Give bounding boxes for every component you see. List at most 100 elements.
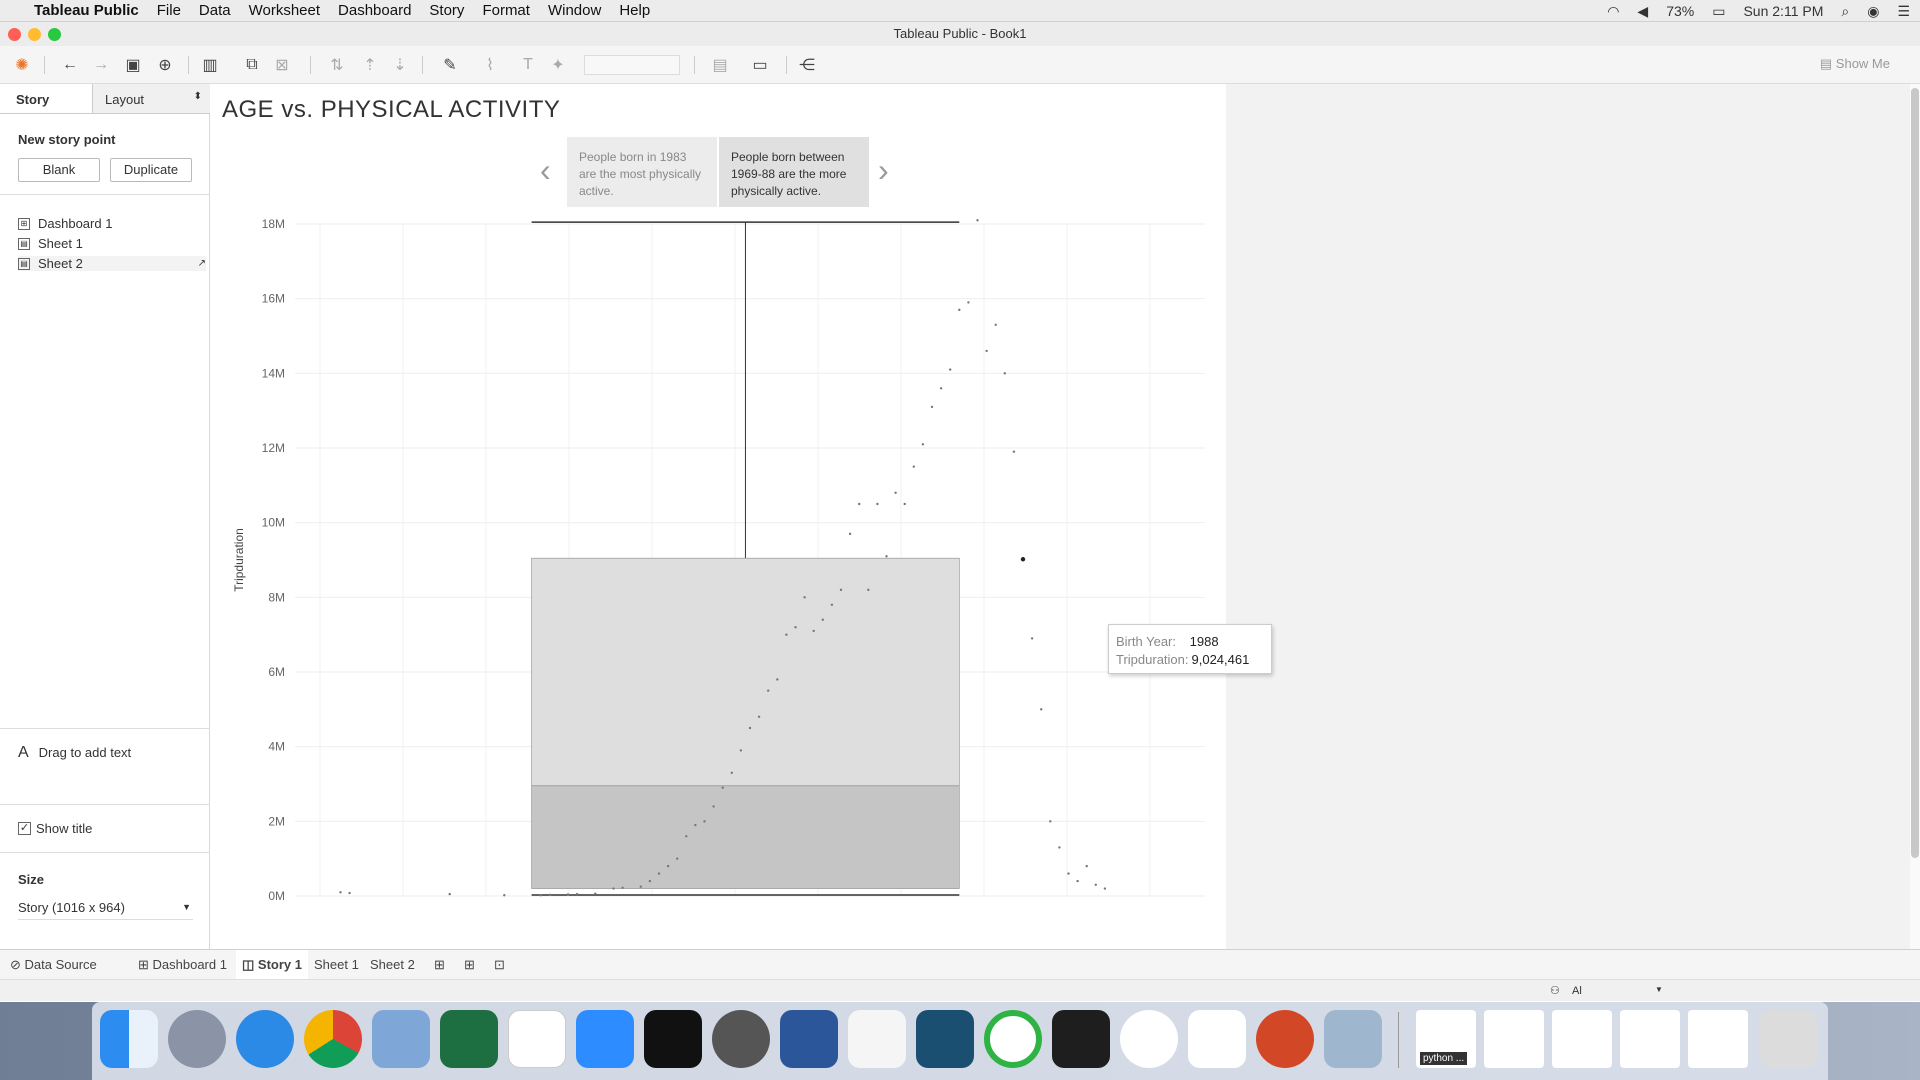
battery-icon[interactable]: ▭ [1712,3,1725,20]
tab-sheet-2[interactable]: Sheet 2 [370,957,415,972]
user-icon[interactable]: ⚇ [1550,984,1560,997]
pin-icon[interactable]: ✦ [546,54,570,76]
safari-icon[interactable] [236,1010,294,1068]
excel-window-thumbnail[interactable] [1620,1010,1680,1068]
tableau-logo-icon[interactable]: ✺ [10,54,34,76]
circle-app-icon[interactable] [984,1010,1042,1068]
launchpad-icon[interactable] [168,1010,226,1068]
chevron-down-icon[interactable]: ▼ [1655,985,1663,994]
share-icon[interactable]: ⋲ [795,54,819,76]
terminal-icon[interactable] [644,1010,702,1068]
chrome-window-thumbnail-2[interactable] [1688,1010,1748,1068]
zoom-icon[interactable] [576,1010,634,1068]
show-title-checkbox[interactable]: ✓ Show title [18,821,92,836]
menu-help[interactable]: Help [619,2,650,19]
wifi-icon[interactable]: ◠ [1607,3,1619,20]
duplicate-button[interactable]: Duplicate [110,158,192,182]
mysql-workbench-icon[interactable] [916,1010,974,1068]
app-menu[interactable]: Tableau Public [34,2,139,19]
tab-story-1[interactable]: ◫ Story 1 [236,950,308,980]
tab-dashboard-1[interactable]: ⊞ Dashboard 1 [138,957,227,973]
open-sheet-icon[interactable]: ↗ [198,258,206,269]
group-icon[interactable]: ⌇ [478,54,502,76]
tooltip-tripduration-label: Tripduration: [1116,652,1189,667]
presentation-icon[interactable]: ▭ [748,54,772,76]
new-story-point-label: New story point [18,132,116,147]
sort-descending-icon[interactable]: ⇣ [388,54,412,76]
story: AGE vs. PHYSICAL ACTIVITY ‹ People born … [210,84,1226,949]
scatter-boxplot-chart[interactable]: 0M 2M 4M 6M 8M 10M 12M 14M 16M 18M Tripduration [210,84,1226,949]
tab-data-source[interactable]: ⊘ Data Source [10,957,97,973]
new-story-tab-icon[interactable]: ⊡ [494,957,505,973]
battery-percent[interactable]: 73% [1666,3,1694,19]
vscode-icon[interactable] [1052,1010,1110,1068]
menu-format[interactable]: Format [482,2,530,19]
new-worksheet-icon[interactable]: ▥ [198,54,222,76]
sheet-item-sheet-1[interactable]: ▤ Sheet 1 [18,236,83,251]
powerpoint-icon[interactable] [1256,1010,1314,1068]
highlight-icon[interactable]: ✎ [438,54,462,76]
chrome-icon[interactable] [304,1010,362,1068]
menu-story[interactable]: Story [429,2,464,19]
show-me-button[interactable]: ▤ Show Me [1820,56,1890,72]
data-point [994,323,997,326]
data-point [648,879,652,883]
menu-data[interactable]: Data [199,2,231,19]
close-window-button[interactable] [8,28,21,41]
clock[interactable]: Sun 2:11 PM [1743,3,1823,19]
size-dropdown[interactable]: Story (1016 x 964) ▼ [18,900,193,920]
labels-icon[interactable]: T [516,54,540,76]
data-point [1094,883,1097,886]
notification-icon[interactable]: ☰ [1897,3,1910,20]
textedit-icon[interactable] [848,1010,906,1068]
finder-icon[interactable] [100,1010,158,1068]
drag-to-add-text[interactable]: A Drag to add text [18,744,131,762]
chrome-window-thumbnail[interactable] [1552,1010,1612,1068]
data-point [685,835,688,838]
menu-file[interactable]: File [157,2,181,19]
sheet-item-dashboard-1[interactable]: ⊞ Dashboard 1 [18,216,112,231]
menu-window[interactable]: Window [548,2,601,19]
word-icon[interactable] [780,1010,838,1068]
new-dashboard-tab-icon[interactable]: ⊞ [464,957,475,973]
sheet-item-sheet-2[interactable]: ▤ Sheet 2 ↗ [18,256,206,271]
data-point [848,532,852,536]
trash-icon[interactable] [1760,1010,1818,1068]
siri-icon[interactable]: ◉ [1867,3,1879,20]
powerpoint-window-thumbnail[interactable] [1484,1010,1544,1068]
zoom-window-button[interactable] [48,28,61,41]
new-worksheet-tab-icon[interactable]: ⊞ [434,957,445,973]
scrollbar-thumb[interactable] [1911,88,1919,858]
data-point [867,588,870,592]
image-capture-icon[interactable] [1324,1010,1382,1068]
search-icon[interactable]: ⌕ [1841,3,1849,20]
undo-icon[interactable]: ← [58,54,82,76]
slack-icon[interactable] [508,1010,566,1068]
menu-worksheet[interactable]: Worksheet [249,2,320,19]
data-point [694,823,697,827]
status-bar: ⚇ Al ▼ [0,979,1920,1001]
minimize-window-button[interactable] [28,28,41,41]
blank-button[interactable]: Blank [18,158,100,182]
tab-story[interactable]: Story [0,84,92,114]
menu-dashboard[interactable]: Dashboard [338,2,411,19]
show-cards-icon[interactable]: ▤ [708,54,732,76]
redo-icon[interactable]: → [89,54,113,76]
fit-dropdown[interactable] [584,55,680,75]
system-preferences-icon[interactable] [712,1010,770,1068]
excel-icon[interactable] [440,1010,498,1068]
duplicate-sheet-icon[interactable]: ⧉ [240,54,264,76]
tab-sheet-1[interactable]: Sheet 1 [314,957,359,972]
tableau-icon[interactable] [1188,1010,1246,1068]
mongodb-compass-icon[interactable] [1120,1010,1178,1068]
python-window-thumbnail[interactable]: python ... [1416,1010,1476,1068]
volume-icon[interactable]: ◀ [1637,3,1648,20]
user-name[interactable]: Al [1572,985,1582,997]
clear-sheet-icon[interactable]: ⊠ [270,54,294,76]
save-icon[interactable]: ▣ [121,54,145,76]
sort-ascending-icon[interactable]: ⇡ [358,54,382,76]
preview-icon[interactable] [372,1010,430,1068]
swap-icon[interactable]: ⇅ [325,54,349,76]
new-data-source-icon[interactable]: ⊕ [153,54,177,76]
tab-layout[interactable]: Layout ⬍ [92,84,210,114]
